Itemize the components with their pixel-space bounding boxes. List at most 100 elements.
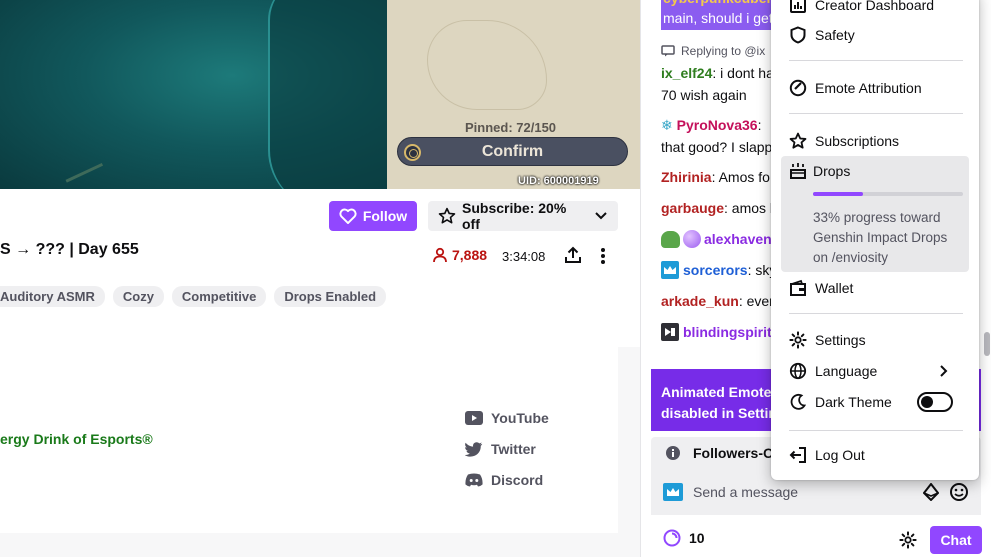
menu-label: Language xyxy=(815,363,878,379)
twitter-label: Twitter xyxy=(491,441,536,457)
chat-text-cont: that good? I slapp xyxy=(661,139,773,155)
tag[interactable]: Drops Enabled xyxy=(274,286,387,307)
highlight-text: main, should i get xyxy=(663,10,773,26)
drops-description: 33% progress toward Genshin Impact Drops… xyxy=(813,210,948,265)
twitter-link[interactable]: Twitter xyxy=(465,441,536,457)
star-icon xyxy=(438,207,456,224)
confirm-ring-icon xyxy=(404,144,421,161)
drops-progress-fill xyxy=(813,192,863,196)
info-icon xyxy=(666,446,680,460)
crown-badge-icon xyxy=(663,483,683,501)
chat-username[interactable]: Zhirinia xyxy=(661,169,712,185)
share-icon[interactable] xyxy=(563,245,583,265)
about-panel: ergy Drink of Esports® YouTube Twitter D… xyxy=(0,347,618,533)
chat-username[interactable]: arkade_kun xyxy=(661,293,739,309)
follow-button[interactable]: Follow xyxy=(329,201,417,231)
followers-only-label: Followers-O xyxy=(693,445,774,461)
dark-theme-toggle[interactable] xyxy=(917,392,953,412)
crown-badge-icon xyxy=(661,261,679,279)
about-panels: ergy Drink of Esports® YouTube Twitter D… xyxy=(0,347,640,557)
menu-item-wallet[interactable]: Wallet xyxy=(781,273,969,303)
chat-username[interactable]: garbauge xyxy=(661,200,724,216)
chat-text: : amos l xyxy=(724,200,774,216)
star-icon xyxy=(789,132,807,149)
gear-icon xyxy=(789,331,807,349)
chat-scrollbar[interactable] xyxy=(984,332,990,356)
menu-item-settings[interactable]: Settings xyxy=(781,325,969,355)
menu-divider xyxy=(789,60,963,61)
moon-icon xyxy=(790,394,807,410)
menu-item-creator-dashboard[interactable]: Creator Dashboard xyxy=(781,0,969,20)
youtube-link[interactable]: YouTube xyxy=(465,410,549,426)
discord-link[interactable]: Discord xyxy=(465,472,543,488)
tag[interactable]: Cozy xyxy=(112,286,164,307)
user-menu-dropdown: Creator Dashboard Safety Emote Attributi… xyxy=(771,0,979,480)
tag[interactable]: Competitive xyxy=(171,286,267,307)
channel-points-value: 10 xyxy=(689,530,705,546)
chat-username[interactable]: alexhaven xyxy=(704,228,772,250)
emote-picker-icon[interactable] xyxy=(949,482,969,502)
highlight-user: cyberpunkcuber xyxy=(663,0,772,6)
video-badge-icon xyxy=(661,323,679,341)
chat-text-cont: 70 wish again xyxy=(661,87,747,103)
emote-attribution-icon xyxy=(789,79,807,97)
menu-item-log-out[interactable]: Log Out xyxy=(781,440,969,470)
reply-icon xyxy=(661,45,675,57)
subscribe-label: Subscribe: 20% off xyxy=(462,200,567,232)
video-map-outline xyxy=(427,20,547,110)
globe-icon xyxy=(789,362,807,380)
more-options-icon[interactable] xyxy=(597,246,609,266)
game-confirm-label: Confirm xyxy=(481,142,544,160)
tag[interactable]: Auditory ASMR xyxy=(0,286,105,307)
game-uid: UID: 600001919 xyxy=(518,175,599,187)
menu-item-language[interactable]: Language xyxy=(781,356,969,386)
sponsor-link[interactable]: ergy Drink of Esports® xyxy=(0,431,153,447)
chat-input-placeholder: Send a message xyxy=(693,484,799,500)
menu-item-drops[interactable]: Drops 33% progress toward Genshin Impact… xyxy=(781,156,969,272)
wallet-icon xyxy=(790,279,806,296)
menu-item-dark-theme[interactable]: Dark Theme xyxy=(781,387,969,417)
chat-username[interactable]: ix_elf24 xyxy=(661,65,712,81)
channel-points[interactable]: 10 xyxy=(663,529,705,547)
menu-label: Settings xyxy=(815,332,866,348)
frog-badge-icon xyxy=(661,230,680,248)
menu-item-safety[interactable]: Safety xyxy=(781,20,969,50)
video-player[interactable]: Pinned: 72/150 Confirm UID: 600001919 xyxy=(0,0,640,189)
chevron-right-icon xyxy=(940,365,948,377)
stream-uptime: 3:34:08 xyxy=(502,249,546,264)
menu-label: Emote Attribution xyxy=(815,80,922,96)
bits-icon[interactable] xyxy=(923,483,939,501)
game-confirm-button: Confirm xyxy=(397,137,628,166)
video-detail xyxy=(65,162,115,189)
log-out-icon xyxy=(789,447,806,463)
chat-send-button[interactable]: Chat xyxy=(930,526,982,554)
chat-settings-gear-icon[interactable] xyxy=(899,531,917,549)
snowflake-badge-icon: ❄ xyxy=(661,117,673,133)
stream-info: Follow Subscribe: 20% off S → ??? | Day … xyxy=(0,189,640,557)
heart-icon xyxy=(339,208,357,224)
menu-label: Dark Theme xyxy=(815,394,892,410)
subscribe-button[interactable]: Subscribe: 20% off xyxy=(428,200,618,232)
menu-item-subscriptions[interactable]: Subscriptions xyxy=(781,126,969,156)
discord-icon xyxy=(465,473,483,487)
menu-divider xyxy=(789,430,963,431)
chat-text: : i dont ha xyxy=(712,65,774,81)
twitter-icon xyxy=(465,441,483,457)
menu-label: Wallet xyxy=(815,280,854,296)
chevron-down-icon xyxy=(595,212,607,220)
menu-divider xyxy=(789,113,963,114)
drops-icon xyxy=(790,163,806,179)
chat-username[interactable]: sorcerors xyxy=(683,262,748,278)
reply-context: Replying to @ix xyxy=(661,44,765,58)
chat-text: : ever xyxy=(738,293,774,309)
menu-label: Log Out xyxy=(815,447,865,463)
viewer-count: 7,888 xyxy=(432,247,487,263)
person-icon xyxy=(433,247,447,263)
chat-username[interactable]: PyroNova36 xyxy=(677,117,758,133)
stream-title: S → ??? | Day 655 xyxy=(0,241,139,258)
menu-label: Creator Dashboard xyxy=(815,0,935,13)
stream-tags: Auditory ASMR Cozy Competitive Drops Ena… xyxy=(0,286,387,307)
video-scene-left xyxy=(0,0,428,189)
chat-username[interactable]: blindingspirit xyxy=(683,321,772,343)
menu-item-emote-attribution[interactable]: Emote Attribution xyxy=(781,73,969,103)
